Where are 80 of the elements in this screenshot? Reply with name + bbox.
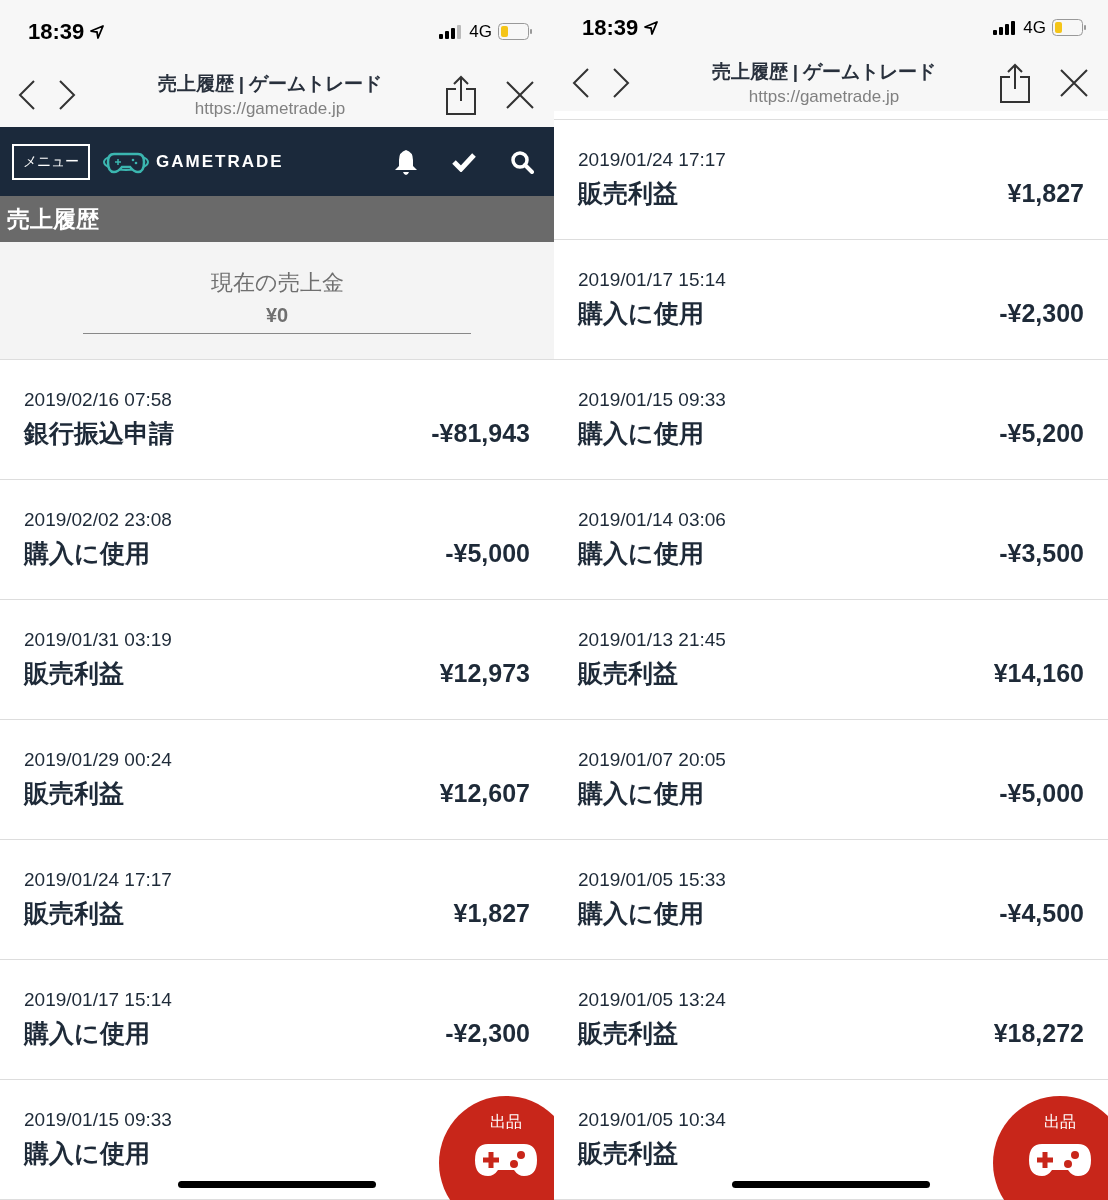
transaction-amount: ¥18,272 [993, 1018, 1084, 1049]
sell-button[interactable]: 出品 [993, 1096, 1108, 1200]
location-arrow-icon [644, 20, 659, 35]
check-icon[interactable] [452, 151, 476, 172]
transaction-amount: -¥81,943 [431, 417, 530, 449]
gamepad-icon [1028, 1143, 1092, 1177]
transaction-date: 2019/01/17 15:14 [24, 987, 172, 1012]
transaction-type: 購入に使用 [578, 418, 705, 449]
section-title: 売上履歴 [0, 196, 554, 243]
sell-button[interactable]: 出品 [439, 1096, 554, 1200]
transaction-date: 2019/01/05 15:33 [578, 868, 726, 892]
back-icon [572, 68, 590, 99]
menu-button[interactable]: メニュー [12, 143, 90, 180]
transaction-amount: ¥12,607 [439, 777, 530, 809]
transaction-type: 販売利益 [578, 1138, 679, 1169]
gamepad-icon [474, 1143, 538, 1177]
transaction-date: 2019/01/31 03:19 [24, 627, 172, 652]
back-icon [18, 80, 36, 111]
transaction-date: 2019/01/05 13:24 [578, 988, 726, 1012]
transaction-date: 2019/01/24 17:17 [24, 867, 172, 892]
page-title: 売上履歴 | ゲームトレード [157, 72, 383, 97]
transaction-type: 銀行振込申請 [24, 417, 174, 449]
network-label: 4G [1023, 17, 1046, 38]
transaction-amount: -¥5,200 [999, 418, 1084, 449]
transaction-date: 2019/01/24 17:17 [578, 148, 726, 172]
transaction-type: 販売利益 [24, 897, 125, 929]
transaction-amount: -¥5,000 [445, 537, 530, 569]
network-label: 4G [469, 21, 492, 42]
signal-icon [993, 20, 1018, 35]
bell-icon[interactable] [394, 148, 418, 175]
logo-text: GAMETRADE [156, 151, 284, 172]
close-icon[interactable] [506, 81, 534, 110]
transaction-date: 2019/01/14 03:06 [578, 508, 726, 532]
share-icon[interactable] [1000, 63, 1030, 104]
transaction-date: 2019/01/15 09:33 [578, 388, 726, 412]
transaction-date: 2019/01/17 15:14 [578, 268, 726, 292]
search-icon[interactable] [510, 149, 534, 174]
transaction-type: 販売利益 [578, 1018, 679, 1049]
transaction-type: 販売利益 [578, 178, 679, 209]
transaction-amount: -¥3,500 [999, 538, 1084, 569]
transaction-amount: ¥1,827 [453, 897, 530, 929]
page-url: https://gametrade.jp [748, 87, 900, 108]
close-icon[interactable] [1060, 69, 1088, 98]
page-title: 売上履歴 | ゲームトレード [711, 60, 937, 85]
transaction-amount: -¥5,000 [999, 778, 1084, 809]
transaction-amount: ¥14,160 [993, 658, 1084, 689]
transaction-date: 2019/01/07 20:05 [578, 748, 726, 772]
battery-icon [498, 23, 532, 41]
transaction-type: 販売利益 [24, 657, 125, 689]
transaction-type: 購入に使用 [578, 778, 705, 809]
transaction-date: 2019/01/15 09:33 [24, 1107, 172, 1132]
transaction-date: 2019/02/02 23:08 [24, 507, 172, 532]
balance-amount: ¥0 [83, 298, 471, 335]
transaction-amount: -¥4,500 [999, 898, 1084, 929]
transaction-type: 購入に使用 [578, 538, 705, 569]
status-time: 18:39 [28, 18, 85, 45]
transaction-amount: ¥1,827 [1007, 178, 1084, 209]
transaction-type: 購入に使用 [24, 537, 151, 569]
transaction-date: 2019/01/05 10:34 [578, 1108, 726, 1132]
status-time: 18:39 [582, 14, 639, 41]
page-url: https://gametrade.jp [194, 99, 346, 120]
transaction-date: 2019/02/16 07:58 [24, 387, 173, 412]
transaction-date: 2019/01/13 21:45 [578, 628, 726, 652]
transaction-type: 購入に使用 [578, 298, 705, 329]
transaction-amount: ¥12,973 [439, 657, 530, 689]
transaction-type: 販売利益 [578, 658, 679, 689]
location-arrow-icon [90, 24, 105, 39]
balance-label: 現在の売上金 [210, 269, 344, 298]
battery-icon [1052, 19, 1086, 37]
transaction-type: 購入に使用 [24, 1137, 151, 1169]
transaction-type: 販売利益 [24, 777, 125, 809]
transaction-type: 購入に使用 [24, 1017, 151, 1049]
forward-icon [58, 80, 76, 111]
transaction-type: 購入に使用 [578, 898, 705, 929]
forward-icon [612, 68, 630, 99]
transaction-amount: -¥2,300 [999, 298, 1084, 329]
transaction-date: 2019/01/29 00:24 [24, 747, 172, 772]
share-icon[interactable] [446, 75, 476, 116]
transaction-amount: -¥2,300 [445, 1017, 530, 1049]
signal-icon [439, 24, 464, 39]
